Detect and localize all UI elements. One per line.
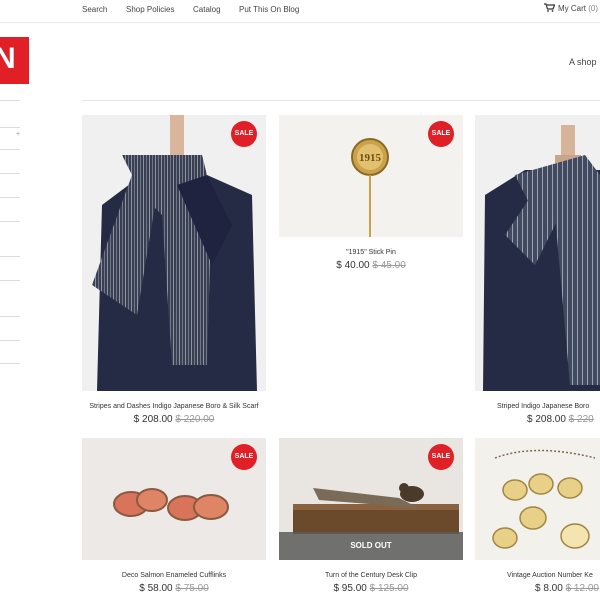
- shop-logo[interactable]: N: [0, 37, 29, 84]
- product-price: $ 40.00 $ 45.00: [279, 260, 463, 271]
- logo-text: N: [0, 42, 16, 75]
- product-image-stick-pin[interactable]: 1915 SALE: [279, 115, 463, 237]
- product-price: $ 58.00 $ 75.00: [82, 583, 266, 594]
- nav-divider: [0, 22, 600, 23]
- shop-tagline: A shop: [569, 57, 597, 67]
- original-price: $ 45.00: [372, 260, 406, 271]
- expand-plus-icon[interactable]: +: [16, 131, 20, 138]
- svg-text:1915: 1915: [359, 152, 382, 164]
- sidebar-divider: [0, 256, 20, 257]
- sold-out-banner: SOLD OUT: [279, 532, 463, 560]
- original-price: $ 75.00: [175, 583, 209, 594]
- sidebar-divider: [0, 340, 20, 341]
- sidebar-divider: [0, 149, 20, 150]
- product-title[interactable]: "1915" Stick Pin: [279, 249, 463, 256]
- product-image-scarf[interactable]: SALE: [82, 115, 266, 391]
- current-price: $ 58.00: [139, 583, 173, 594]
- product-price: $ 95.00 $ 125.00: [279, 583, 463, 594]
- current-price: $ 208.00: [133, 414, 173, 425]
- product-image-cufflinks[interactable]: SALE: [82, 438, 266, 560]
- original-price: $ 220.00: [175, 414, 215, 425]
- sidebar-divider: [0, 197, 20, 198]
- auction-keys-image: [475, 438, 600, 560]
- sidebar-divider: [0, 173, 20, 174]
- cart-link[interactable]: My Cart (0): [544, 3, 598, 13]
- sidebar-divider: [0, 316, 20, 317]
- sidebar-divider: [0, 221, 20, 222]
- sidebar-divider: [0, 127, 20, 128]
- product-title[interactable]: Turn of the Century Desk Clip: [279, 572, 463, 579]
- cart-icon: [544, 3, 556, 12]
- sidebar-divider: [0, 363, 20, 364]
- original-price: $ 125.00: [369, 583, 409, 594]
- scarf-jacket-image: [82, 115, 266, 391]
- nav-catalog-link[interactable]: Catalog: [193, 5, 221, 14]
- original-price: $ 220: [568, 414, 594, 425]
- sale-badge: SALE: [428, 121, 454, 147]
- nav-shop-policies-link[interactable]: Shop Policies: [126, 5, 174, 14]
- product-title[interactable]: Striped Indigo Japanese Boro: [497, 403, 600, 410]
- product-image-striped-scarf[interactable]: [475, 115, 600, 391]
- product-price: $ 208.00 $ 220.00: [82, 414, 266, 425]
- cart-count: (0): [588, 4, 599, 13]
- product-price: $ 208.00 $ 220: [527, 414, 600, 425]
- sidebar-divider: [0, 280, 20, 281]
- sale-badge: SALE: [231, 444, 257, 470]
- sidebar-divider: [0, 100, 20, 101]
- current-price: $ 40.00: [336, 260, 370, 271]
- product-image-auction-keys[interactable]: [475, 438, 600, 560]
- cart-label: My Cart: [558, 4, 586, 13]
- product-image-desk-clip[interactable]: SOLD OUT SALE: [279, 438, 463, 560]
- product-title[interactable]: Vintage Auction Number Ke: [507, 572, 600, 579]
- sale-badge: SALE: [231, 121, 257, 147]
- product-title[interactable]: Deco Salmon Enameled Cufflinks: [82, 572, 266, 579]
- nav-search-link[interactable]: Search: [82, 5, 107, 14]
- current-price: $ 8.00: [535, 583, 563, 594]
- striped-scarf-image: [475, 115, 600, 391]
- nav-blog-link[interactable]: Put This On Blog: [239, 5, 299, 14]
- content-divider: [82, 100, 600, 101]
- current-price: $ 95.00: [333, 583, 367, 594]
- top-navigation: Search Shop Policies Catalog Put This On…: [0, 0, 600, 23]
- original-price: $ 12.00: [565, 583, 599, 594]
- sale-badge: SALE: [428, 444, 454, 470]
- product-title[interactable]: Stripes and Dashes Indigo Japanese Boro …: [82, 403, 266, 410]
- product-price: $ 8.00 $ 12.00: [535, 583, 600, 594]
- current-price: $ 208.00: [527, 414, 566, 425]
